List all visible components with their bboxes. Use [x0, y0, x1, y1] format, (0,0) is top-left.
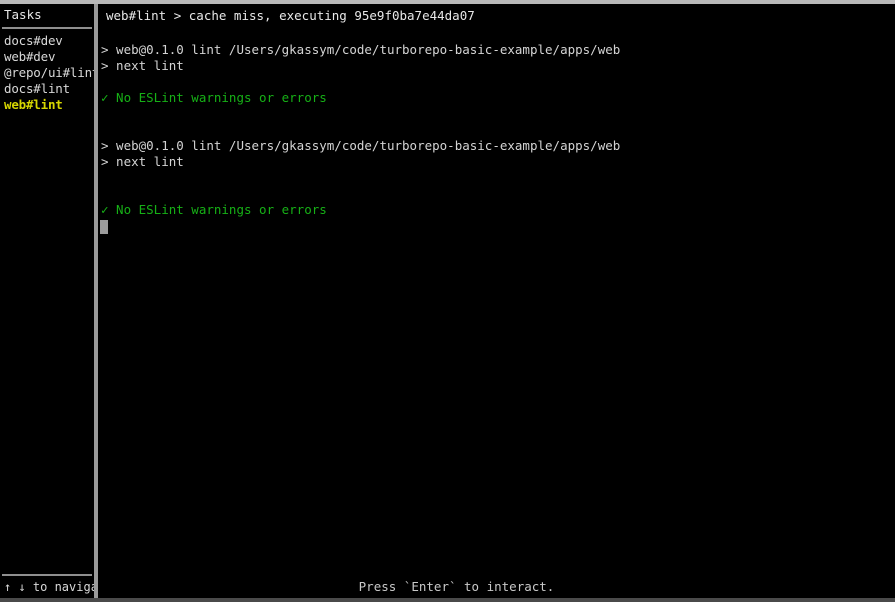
log-line: > next lint — [101, 58, 184, 73]
sidebar-item-repo-ui-lint[interactable]: @repo/ui#lint — [4, 65, 94, 81]
sidebar-item-docs-dev[interactable]: docs#dev — [4, 33, 94, 49]
terminal-cursor — [100, 219, 108, 234]
interact-hint: Press `Enter` to interact. — [358, 579, 555, 594]
sidebar-navigate-hint: ↑ ↓ to navigat — [4, 580, 94, 594]
task-output-pane: web#lint > cache miss, executing 95e9f0b… — [96, 4, 895, 598]
log-line: > web@0.1.0 lint /Users/gkassym/code/tur… — [101, 42, 621, 57]
sidebar-item-docs-lint[interactable]: docs#lint — [4, 81, 94, 97]
sidebar-footer-divider — [2, 574, 92, 576]
terminal-cursor-line — [98, 218, 895, 234]
window-edge-bottom — [0, 598, 895, 602]
turbo-tui-window: Tasks docs#dev web#dev @repo/ui#lint docs#l… — [0, 4, 895, 598]
log-line-success: ✓ No ESLint warnings or errors — [101, 202, 327, 217]
task-list[interactable]: docs#dev web#dev @repo/ui#lint docs#lint web… — [0, 33, 94, 574]
sidebar-item-web-lint[interactable]: web#lint — [4, 97, 94, 113]
sidebar-header: Tasks — [0, 4, 94, 26]
log-output[interactable]: > web@0.1.0 lint /Users/gkassym/code/tur… — [98, 26, 895, 218]
log-line: > web@0.1.0 lint /Users/gkassym/code/tur… — [101, 138, 621, 153]
pane-header-status: web#lint > cache miss, executing 95e9f0b… — [106, 8, 475, 23]
tasks-sidebar: Tasks docs#dev web#dev @repo/ui#lint docs#l… — [0, 4, 96, 598]
sidebar-divider — [2, 27, 92, 29]
sidebar-item-web-dev[interactable]: web#dev — [4, 49, 94, 65]
log-line-success: ✓ No ESLint warnings or errors — [101, 90, 327, 105]
sidebar-title: Tasks — [4, 7, 42, 22]
log-line: > next lint — [101, 154, 184, 169]
